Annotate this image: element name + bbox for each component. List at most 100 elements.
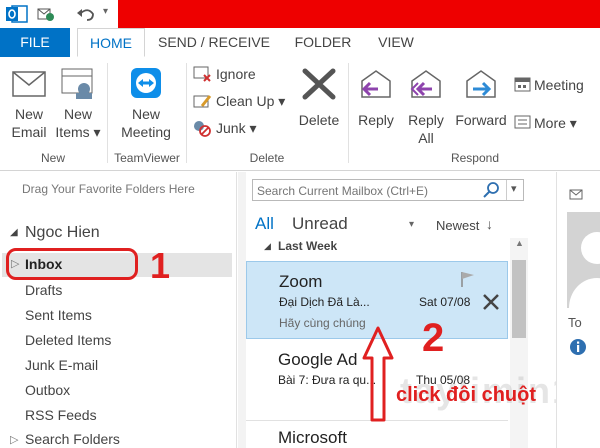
clean-up-button[interactable]: Clean Up ▾	[190, 90, 290, 112]
folder-deleted-items[interactable]: Deleted Items	[25, 332, 111, 348]
tab-home[interactable]: HOME	[77, 28, 145, 57]
teamviewer-icon	[131, 68, 161, 98]
search-box[interactable]: ▾	[252, 179, 524, 201]
message-subject: Đại Dịch Đã Là...	[279, 295, 370, 309]
new-items-label-1: New	[63, 106, 92, 122]
annotation-caption: click đôi chuột	[396, 384, 537, 406]
group-label-new: New	[40, 151, 65, 165]
meeting-label: Meeting	[534, 77, 584, 93]
message-list-scrollbar[interactable]: ▲	[510, 238, 528, 448]
account-collapse-icon[interactable]: ◢	[10, 227, 18, 238]
new-email-icon	[12, 71, 46, 97]
outlook-logo-icon	[6, 5, 28, 23]
forward-icon	[466, 70, 496, 98]
quick-access-dropdown-icon[interactable]: ▾	[103, 6, 108, 17]
send-receive-icon[interactable]	[37, 6, 55, 22]
message-preview: Hãy cùng chúng	[279, 316, 366, 330]
new-meeting-button[interactable]: New Meeting	[110, 61, 182, 151]
reply-all-icon	[410, 70, 441, 98]
ribbon-separator	[186, 63, 187, 163]
reply-all-label-1: Reply	[408, 112, 444, 128]
reply-small-icon[interactable]	[569, 186, 585, 202]
favorites-hint: Drag Your Favorite Folders Here	[22, 182, 195, 196]
message-sender[interactable]: Microsoft	[278, 428, 347, 448]
person-icon	[569, 232, 600, 308]
reply-label: Reply	[358, 112, 394, 128]
group-header-label: Last Week	[278, 239, 338, 253]
new-meeting-label-1: New	[131, 106, 160, 122]
clean-up-icon	[193, 95, 212, 108]
delete-message-icon[interactable]	[481, 292, 501, 312]
filter-dropdown-icon[interactable]: ▾	[409, 219, 414, 230]
tab-view[interactable]: VIEW	[368, 28, 424, 57]
more-button[interactable]: More ▾	[512, 111, 598, 133]
sort-newest[interactable]: Newest	[436, 218, 479, 233]
more-icon	[514, 115, 531, 129]
reply-button[interactable]: Reply	[352, 61, 400, 151]
search-icon[interactable]	[483, 182, 501, 198]
new-email-label-2: Email	[11, 124, 47, 140]
ignore-icon	[193, 66, 211, 82]
group-header-last-week[interactable]: ◢ Last Week	[246, 238, 508, 256]
new-email-label-1: New	[14, 106, 43, 122]
info-icon	[570, 339, 586, 355]
reply-icon	[361, 70, 391, 98]
scrollbar-thumb[interactable]	[512, 260, 526, 338]
annotation-number-1: 1	[150, 245, 171, 286]
new-items-icon	[61, 68, 93, 99]
more-label: More ▾	[534, 115, 577, 131]
title-bar-red-area	[118, 0, 600, 28]
folder-pane: Drag Your Favorite Folders Here ◢ Ngoc H…	[0, 172, 237, 448]
filter-unread[interactable]: Unread	[292, 214, 348, 234]
new-items-label-2: Items ▾	[55, 124, 101, 140]
filter-all[interactable]: All	[255, 214, 274, 234]
clean-up-label: Clean Up ▾	[216, 93, 286, 109]
annotation-number-2: 2	[422, 316, 445, 360]
sort-arrow-icon[interactable]: ↓	[486, 216, 493, 232]
annotation-arrow-icon	[362, 326, 394, 422]
message-sender: Google Ad	[278, 350, 358, 369]
meeting-button[interactable]: Meeting	[512, 73, 598, 95]
forward-label: Forward	[455, 112, 507, 128]
ribbon: New Email New Items ▾ New New Meeting Te…	[0, 57, 600, 171]
forward-button[interactable]: Forward	[452, 61, 510, 151]
calendar-icon	[514, 77, 531, 92]
tab-send-receive[interactable]: SEND / RECEIVE	[152, 28, 276, 57]
group-collapse-icon[interactable]: ◢	[264, 241, 271, 252]
ribbon-separator	[348, 63, 349, 163]
group-label-respond: Respond	[450, 151, 500, 165]
ignore-label: Ignore	[216, 66, 256, 82]
junk-label: Junk ▾	[216, 120, 257, 136]
search-input[interactable]	[255, 181, 481, 201]
flag-icon[interactable]	[459, 270, 477, 288]
folder-sent-items[interactable]: Sent Items	[25, 307, 92, 323]
delete-button[interactable]: Delete	[294, 61, 344, 151]
account-name[interactable]: Ngoc Hien	[25, 224, 100, 242]
scroll-up-icon[interactable]: ▲	[515, 238, 524, 248]
message-list-pane: ▾ All Unread ▾ Newest ↓ ◢ Last Week Zoom…	[246, 172, 572, 448]
to-label: To	[568, 315, 582, 330]
folder-drafts[interactable]: Drafts	[25, 282, 62, 298]
new-meeting-label-2: Meeting	[121, 124, 171, 140]
delete-icon	[302, 68, 336, 100]
ribbon-tabs: FILE HOME SEND / RECEIVE FOLDER VIEW	[0, 28, 600, 58]
delete-label: Delete	[298, 112, 340, 128]
junk-button[interactable]: Junk ▾	[190, 117, 290, 139]
inbox-highlight-ring	[6, 248, 138, 280]
tab-file[interactable]: FILE	[0, 28, 70, 57]
folder-rss-feeds[interactable]: RSS Feeds	[25, 407, 97, 423]
tab-folder[interactable]: FOLDER	[284, 28, 362, 57]
folder-search-folders[interactable]: Search Folders	[25, 431, 120, 447]
folder-outbox[interactable]: Outbox	[25, 382, 70, 398]
search-folders-expand-icon[interactable]: ▷	[10, 433, 18, 446]
undo-icon[interactable]	[76, 5, 96, 23]
new-email-button[interactable]: New Email	[4, 61, 54, 151]
ignore-button[interactable]: Ignore	[190, 63, 290, 85]
message-sender: Zoom	[279, 272, 323, 291]
search-scope-dropdown-icon[interactable]: ▾	[511, 182, 517, 195]
pane-splitter[interactable]	[238, 172, 246, 448]
new-items-button[interactable]: New Items ▾	[54, 61, 102, 151]
group-label-delete: Delete	[249, 151, 285, 165]
folder-junk-email[interactable]: Junk E-mail	[25, 357, 98, 373]
reply-all-button[interactable]: Reply All	[402, 61, 450, 151]
